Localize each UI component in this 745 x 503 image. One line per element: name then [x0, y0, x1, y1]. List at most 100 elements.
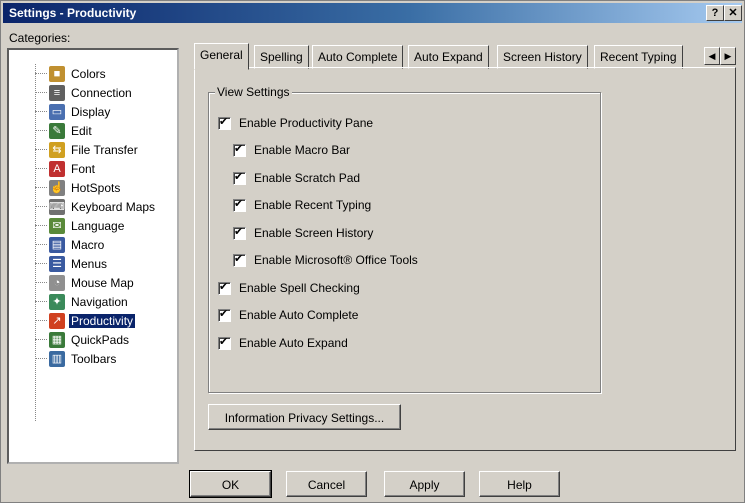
tab-general[interactable]: General	[194, 43, 249, 70]
category-item-display[interactable]: ▭ Display	[13, 102, 112, 121]
keyboard-icon: ⌨	[49, 198, 65, 215]
category-item-language[interactable]: ✉ Language	[13, 216, 126, 235]
title-bar[interactable]: Settings - Productivity ? ✕	[3, 3, 742, 23]
tree-branch	[35, 320, 47, 321]
category-label: Edit	[71, 123, 92, 138]
cancel-button[interactable]: Cancel	[286, 471, 367, 497]
category-label: Colors	[71, 66, 106, 81]
category-label: Connection	[71, 85, 132, 100]
tree-branch	[35, 263, 47, 264]
information-privacy-settings-button[interactable]: Information Privacy Settings...	[208, 404, 401, 430]
category-item-keyboard-maps[interactable]: ⌨ Keyboard Maps	[13, 197, 157, 216]
checkbox-enable-productivity-pane[interactable]: Enable Productivity Pane	[218, 115, 373, 131]
help-icon[interactable]: ?	[706, 5, 724, 21]
checkmark-icon[interactable]	[233, 252, 246, 267]
tree-branch	[35, 301, 47, 302]
tree-branch	[35, 244, 47, 245]
category-item-font[interactable]: A Font	[13, 159, 97, 178]
productivity-icon: ↗	[49, 312, 65, 329]
view-settings-group: View Settings Enable Productivity Pane En…	[208, 85, 601, 393]
edit-icon: ✎	[49, 122, 65, 139]
tree-branch	[35, 187, 47, 188]
category-item-quickpads[interactable]: ▦ QuickPads	[13, 330, 131, 349]
category-item-hotspots[interactable]: ☝ HotSpots	[13, 178, 122, 197]
category-label: Mouse Map	[71, 275, 134, 290]
category-item-edit[interactable]: ✎ Edit	[13, 121, 94, 140]
checkmark-icon[interactable]	[218, 335, 231, 350]
checkbox-enable-macro-bar[interactable]: Enable Macro Bar	[233, 142, 350, 158]
tab-screen-history[interactable]: Screen History	[497, 45, 588, 69]
checkmark-icon[interactable]	[233, 225, 246, 240]
close-icon[interactable]: ✕	[724, 5, 742, 21]
tree-branch	[35, 206, 47, 207]
categories-tree[interactable]: ■ Colors ≡ Connection ▭ Display ✎ Edit ⇆ File Tra…	[7, 48, 179, 464]
checkbox-label: Enable Auto Expand	[239, 336, 348, 350]
checkmark-icon[interactable]	[233, 197, 246, 212]
view-settings-title: View Settings	[215, 85, 292, 99]
quickpads-icon: ▦	[49, 331, 65, 348]
colors-icon: ■	[49, 65, 65, 82]
tab-scroll-left-icon[interactable]: ◀	[704, 47, 720, 65]
category-item-mouse-map[interactable]: ◔ Mouse Map	[13, 273, 136, 292]
checkbox-enable-scratch-pad[interactable]: Enable Scratch Pad	[233, 170, 360, 186]
checkbox-enable-auto-complete[interactable]: Enable Auto Complete	[218, 307, 358, 323]
tab-recent-typing[interactable]: Recent Typing	[594, 45, 683, 69]
tree-branch	[35, 282, 47, 283]
checkmark-icon[interactable]	[233, 142, 246, 157]
tree-branch	[35, 73, 47, 74]
checkbox-label: Enable Macro Bar	[254, 143, 351, 157]
navigation-icon: ✦	[49, 293, 65, 310]
tab-scroll-right-icon[interactable]: ▶	[720, 47, 736, 65]
category-label: Menus	[71, 256, 108, 271]
checkbox-enable-auto-expand[interactable]: Enable Auto Expand	[218, 335, 348, 351]
category-item-menus[interactable]: ☰ Menus	[13, 254, 109, 273]
checkbox-enable-screen-history[interactable]: Enable Screen History	[233, 225, 373, 241]
category-label: QuickPads	[71, 332, 130, 347]
checkbox-enable-microsoft-office-tools[interactable]: Enable Microsoft® Office Tools	[233, 252, 418, 268]
file-transfer-icon: ⇆	[49, 141, 65, 158]
category-item-navigation[interactable]: ✦ Navigation	[13, 292, 130, 311]
checkbox-label: Enable Scratch Pad	[254, 171, 361, 185]
tree-branch	[35, 339, 47, 340]
category-item-file-transfer[interactable]: ⇆ File Transfer	[13, 140, 140, 159]
tab-auto-expand[interactable]: Auto Expand	[408, 45, 489, 69]
category-item-macro[interactable]: ▤ Macro	[13, 235, 106, 254]
apply-button[interactable]: Apply	[384, 471, 465, 497]
tree-branch	[35, 92, 47, 93]
tree-branch	[35, 111, 47, 112]
checkbox-enable-recent-typing[interactable]: Enable Recent Typing	[233, 197, 371, 213]
font-icon: A	[49, 160, 65, 177]
tab-spelling[interactable]: Spelling	[254, 45, 309, 69]
general-tab-panel: View Settings Enable Productivity Pane En…	[194, 67, 736, 451]
checkbox-label: Enable Productivity Pane	[239, 116, 374, 130]
checkmark-icon[interactable]	[218, 115, 231, 130]
category-label: File Transfer	[71, 142, 138, 157]
category-item-colors[interactable]: ■ Colors	[13, 64, 108, 83]
connection-icon: ≡	[49, 84, 65, 101]
checkmark-icon[interactable]	[233, 170, 246, 185]
tab-auto-complete[interactable]: Auto Complete	[312, 45, 404, 69]
tree-branch	[35, 168, 47, 169]
help-button[interactable]: Help	[479, 471, 560, 497]
checkmark-icon[interactable]	[218, 307, 231, 322]
checkbox-label: Enable Microsoft® Office Tools	[254, 253, 418, 267]
settings-window: Settings - Productivity ? ✕ Categories: …	[0, 0, 745, 503]
toolbars-icon: ▥	[49, 350, 65, 367]
category-label: Toolbars	[71, 351, 117, 366]
category-label: Language	[71, 218, 125, 233]
category-label: Productivity	[69, 313, 136, 328]
checkbox-label: Enable Screen History	[254, 226, 374, 240]
checkbox-enable-spell-checking[interactable]: Enable Spell Checking	[218, 280, 360, 296]
category-item-productivity[interactable]: ↗ Productivity	[13, 311, 136, 330]
mouse-icon: ◔	[49, 274, 65, 291]
tree-branch	[35, 358, 47, 359]
language-icon: ✉	[49, 217, 65, 234]
tree-branch	[35, 225, 47, 226]
ok-button[interactable]: OK	[189, 470, 272, 498]
window-title: Settings - Productivity	[9, 6, 137, 20]
categories-label: Categories:	[9, 31, 71, 45]
menus-icon: ☰	[49, 255, 65, 272]
category-item-toolbars[interactable]: ▥ Toolbars	[13, 349, 118, 368]
checkmark-icon[interactable]	[218, 280, 231, 295]
category-item-connection[interactable]: ≡ Connection	[13, 83, 134, 102]
